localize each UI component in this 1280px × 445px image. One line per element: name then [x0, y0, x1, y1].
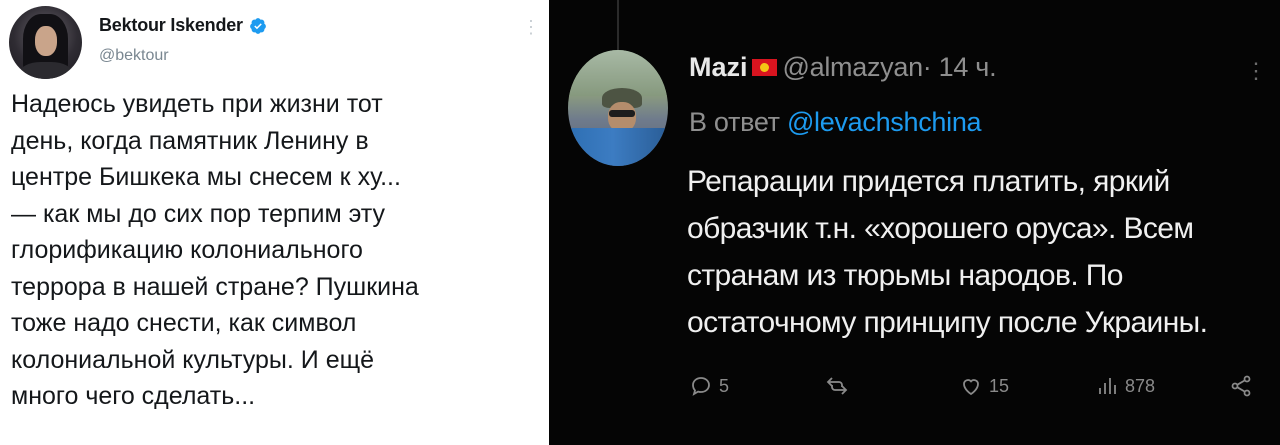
- author-avatar[interactable]: [9, 6, 82, 79]
- reply-count: 5: [719, 375, 730, 396]
- views-button[interactable]: 878: [1095, 374, 1155, 398]
- heart-icon: [963, 379, 979, 396]
- more-options-icon[interactable]: ⋮: [1245, 58, 1267, 84]
- tweet-line: Репарации придется платить, яркий: [687, 165, 1170, 198]
- tweet-meta-row: Mazi @almazyan · 14 ч.: [689, 52, 997, 83]
- tweet-line: странам из тюрьмы народов. По: [687, 259, 1123, 292]
- tweet-text: Репарации придется платить, яркий образч…: [687, 158, 1267, 346]
- author-handle[interactable]: @almazyan: [783, 52, 924, 83]
- share-icon: [1231, 375, 1251, 397]
- author-name[interactable]: Mazi: [689, 52, 748, 83]
- tweet-line: глорификацию колониального: [11, 236, 363, 264]
- reply-mention-link[interactable]: @levachshchina: [787, 107, 982, 137]
- more-options-icon[interactable]: ⋮: [522, 17, 540, 38]
- tweet-actions-bar: 5 15 878: [689, 374, 1259, 404]
- tweet-line: центре Бишкека мы снесем к ху...: [11, 163, 401, 191]
- tweet-line: — как мы до сих пор терпим эту: [11, 199, 386, 228]
- author-handle[interactable]: @bektour: [99, 47, 169, 65]
- share-button[interactable]: [1229, 374, 1253, 398]
- tweet-line: образчик т.н. «хорошего оруса». Всем: [687, 212, 1194, 245]
- right-tweet-card: Mazi @almazyan · 14 ч. ⋮ В ответ @levach…: [549, 0, 1280, 445]
- kyrgyzstan-flag-icon: [751, 59, 777, 76]
- tweet-line: террора в нашей стране? Пушкина: [11, 272, 419, 301]
- tweet-line: остаточному принципу после Украины.: [687, 306, 1208, 339]
- tweet-text: Надеюсь увидеть при жизни тот день, когд…: [11, 86, 531, 415]
- tweet-line: тоже надо снести, как символ: [11, 309, 357, 337]
- tweet-line: Надеюсь увидеть при жизни тот: [11, 90, 383, 118]
- retweet-button[interactable]: [825, 374, 855, 398]
- tweet-line: много чего сделать...: [11, 382, 256, 410]
- reply-button[interactable]: 5: [689, 374, 729, 398]
- tweet-line: день, когда памятник Ленину в: [11, 126, 369, 155]
- like-count: 15: [989, 375, 1010, 396]
- view-count: 878: [1125, 375, 1156, 396]
- avatar-jacket: [568, 128, 668, 166]
- analytics-icon: [1099, 378, 1116, 394]
- avatar-sunglasses: [609, 110, 635, 117]
- reply-icon: [692, 377, 710, 396]
- avatar-face: [35, 26, 57, 56]
- author-name-row: Bektour Iskender: [99, 15, 267, 36]
- reply-prefix: В ответ: [689, 107, 787, 137]
- retweet-icon: [826, 377, 848, 395]
- avatar-shirt: [19, 62, 73, 79]
- left-tweet-card: Bektour Iskender @bektour ⋮ Надеюсь увид…: [0, 0, 545, 445]
- tweet-line: колониальной культуры. И ещё: [11, 345, 375, 374]
- author-name[interactable]: Bektour Iskender: [99, 15, 243, 36]
- verified-badge-icon: [249, 17, 266, 34]
- thread-connector-line: [617, 0, 619, 52]
- like-button[interactable]: 15: [959, 374, 1009, 398]
- reply-to-line: В ответ @levachshchina: [689, 107, 982, 138]
- author-avatar[interactable]: [568, 50, 668, 166]
- tweet-time[interactable]: · 14 ч.: [923, 52, 997, 83]
